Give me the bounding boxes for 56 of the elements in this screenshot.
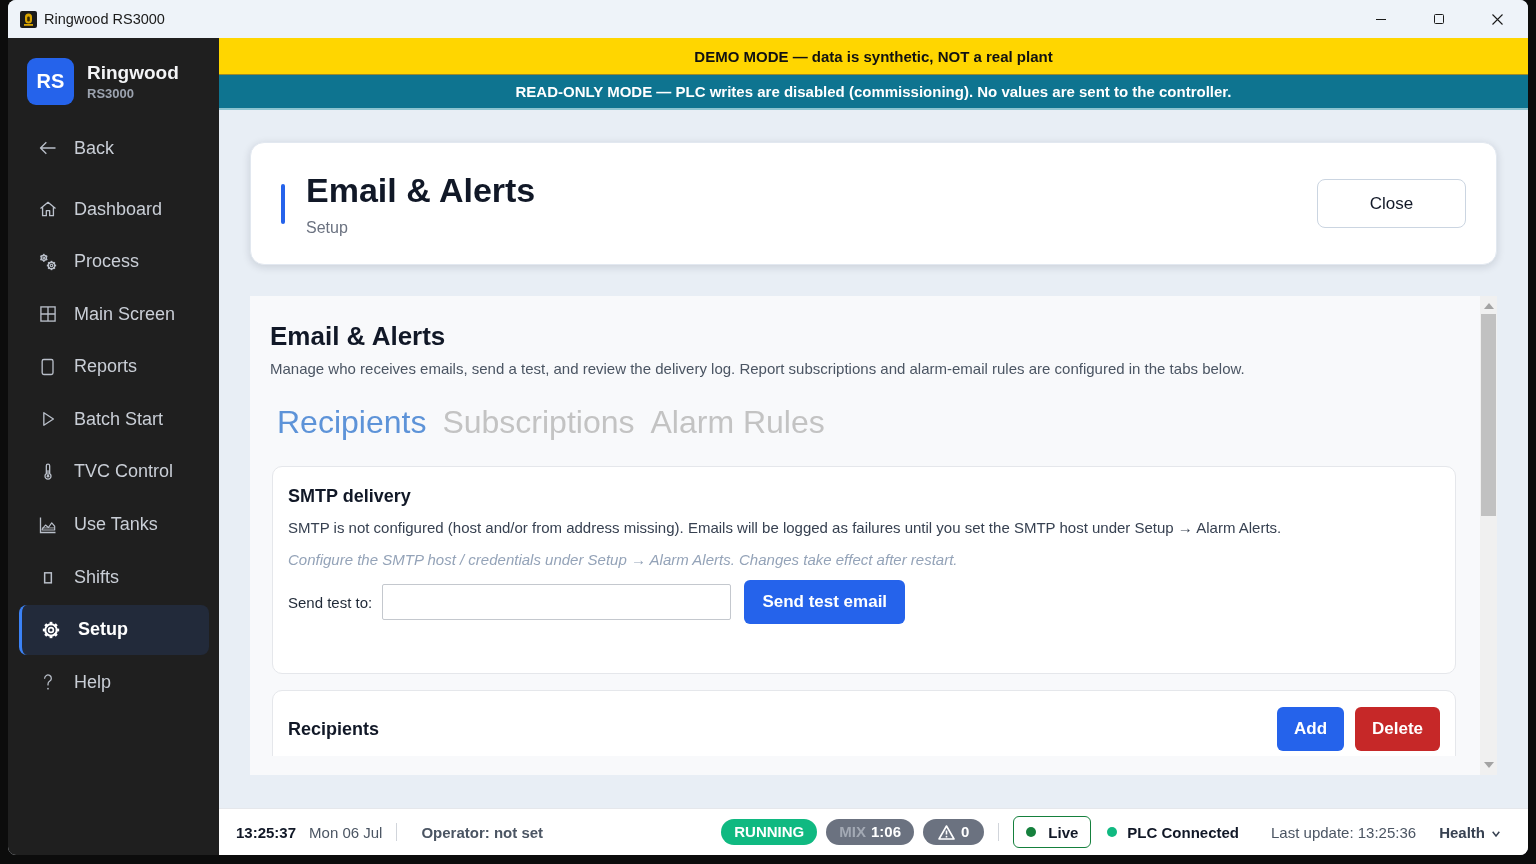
- page-subtitle: Setup: [306, 217, 349, 238]
- page-title: Email & Alerts: [306, 169, 536, 210]
- close-icon: [1491, 13, 1503, 25]
- brand-model: RS3000: [87, 85, 135, 102]
- section-description: Manage who receives emails, send a test, and review the delivery log. Report subscriptions and alarm-email rules are configured in the tabs below.: [270, 359, 1246, 379]
- smtp-status-text: SMTP is not configured (host and/or from address missing). Emails will be logged as failures until you set the SMTP host under Setup → Alarm Alerts.: [288, 518, 1283, 538]
- caret-icon: [1492, 831, 1500, 837]
- card-title: SMTP delivery: [288, 485, 412, 508]
- sidebar-item[interactable]: Use Tanks: [19, 499, 209, 550]
- close-button[interactable]: Close: [1317, 179, 1466, 228]
- email-input-field[interactable]: [382, 584, 732, 620]
- brand-logo: RS: [27, 58, 74, 105]
- sidebar-item[interactable]: Help: [19, 657, 209, 708]
- sidebar-item[interactable]: Setup: [19, 604, 209, 655]
- sidebar-item[interactable]: Shifts: [19, 552, 209, 603]
- read-only-banner: READ-ONLY MODE — PLC writes are disabled (commissioning). No values are sent to the controller.: [219, 75, 1528, 110]
- field-label: Send test to:: [288, 593, 373, 611]
- operator-label: Operator: not set: [421, 823, 544, 841]
- warning-icon: [938, 824, 955, 840]
- app-icon: [20, 10, 37, 28]
- gears-icon: [38, 251, 58, 272]
- brand-name: Ringwood: [87, 61, 179, 84]
- grid-icon: [38, 304, 58, 325]
- sidebar-item[interactable]: Main Screen: [19, 289, 209, 340]
- live-button[interactable]: Live: [1013, 816, 1092, 848]
- clock-date: Mon 06 Jul: [309, 823, 383, 841]
- section-title: Email & Alerts: [270, 320, 447, 352]
- scroll-up-icon[interactable]: [1483, 303, 1494, 309]
- delete-button[interactable]: Delete: [1355, 707, 1440, 751]
- sidebar-item[interactable]: TVC Control: [19, 446, 209, 497]
- scroll-thumb[interactable]: [1481, 314, 1496, 516]
- minimize-icon: [1376, 18, 1386, 20]
- accent-bar: [281, 183, 285, 224]
- card-title: Recipients: [288, 718, 380, 741]
- sidebar-item[interactable]: Reports: [19, 341, 209, 392]
- clock-time: 13:25:37: [236, 823, 297, 841]
- demo-mode-banner: DEMO MODE — data is synthetic, NOT a real plant: [219, 38, 1528, 75]
- smtp-hint-text: Configure the SMTP host / credentials under Setup → Alarm Alerts. Changes take effect after restart.: [288, 550, 959, 570]
- maximize-icon: [1434, 14, 1444, 24]
- scroll-down-icon[interactable]: [1483, 762, 1494, 768]
- sidebar-item[interactable]: Dashboard: [19, 184, 209, 234]
- mix-label: MIX: [839, 822, 866, 842]
- alarm-count: 0: [961, 822, 970, 842]
- sidebar-item[interactable]: Process: [19, 236, 209, 287]
- running-status-badge: RUNNING: [721, 819, 818, 845]
- scrollbar[interactable]: [1480, 296, 1497, 775]
- back-link[interactable]: Back: [19, 123, 209, 173]
- health-menu-button[interactable]: Health: [1439, 823, 1500, 841]
- window-title: Ringwood RS3000: [44, 11, 165, 27]
- plc-connection-label: PLC Connected: [1127, 823, 1240, 841]
- home-icon: [38, 199, 58, 219]
- last-update-label: Last update: 13:25:36: [1271, 823, 1417, 841]
- add-button[interactable]: Add: [1277, 707, 1344, 751]
- send-test-email-button[interactable]: Send test email: [744, 580, 906, 624]
- sidebar-item[interactable]: Batch Start: [19, 394, 209, 445]
- mix-time: 1:06: [870, 822, 901, 842]
